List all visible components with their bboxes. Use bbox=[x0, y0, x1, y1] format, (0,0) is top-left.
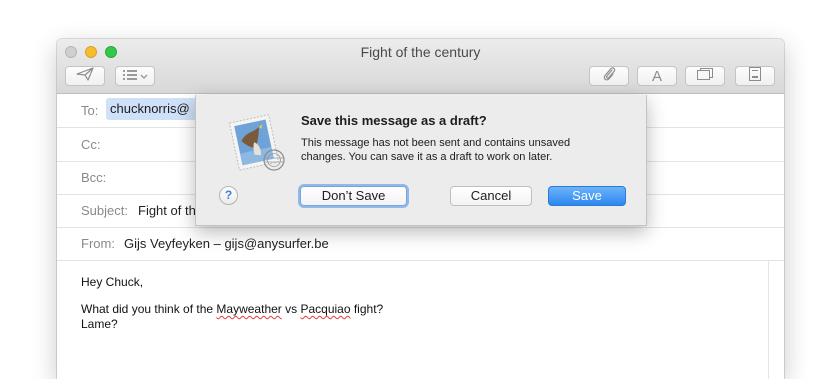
from-field-row[interactable]: From: Gijs Veyfeyken – gijs@anysurfer.be bbox=[57, 227, 784, 261]
body-line-2: Lame? bbox=[81, 317, 118, 331]
to-label: To: bbox=[81, 103, 99, 118]
body-text-segment: What did you think of the bbox=[81, 302, 217, 316]
subject-input[interactable]: Fight of th bbox=[138, 203, 196, 218]
scrollbar-track[interactable] bbox=[768, 261, 769, 379]
photo-browser-button[interactable] bbox=[685, 66, 725, 86]
send-icon bbox=[76, 66, 94, 86]
from-account-select[interactable]: Gijs Veyfeyken – gijs@anysurfer.be bbox=[124, 236, 329, 251]
save-button[interactable]: Save bbox=[548, 186, 626, 206]
chevron-down-icon bbox=[140, 67, 148, 85]
attach-button[interactable] bbox=[589, 66, 629, 86]
dialog-title: Save this message as a draft? bbox=[301, 113, 487, 128]
fonts-button[interactable]: A bbox=[637, 66, 677, 86]
header-fields-button[interactable] bbox=[115, 66, 155, 86]
misspelled-word[interactable]: Mayweather bbox=[216, 302, 281, 316]
body-text-segment: vs bbox=[281, 302, 301, 316]
mail-stamp-eagle-icon bbox=[228, 112, 288, 174]
misspelled-word[interactable]: Pacquiao bbox=[300, 302, 350, 316]
help-button[interactable]: ? bbox=[219, 186, 238, 205]
window-title: Fight of the century bbox=[360, 44, 481, 60]
format-list-icon bbox=[122, 67, 137, 85]
dialog-message: This message has not been sent and conta… bbox=[301, 137, 571, 163]
stationery-button[interactable] bbox=[735, 66, 775, 86]
bcc-label: Bcc: bbox=[81, 170, 107, 185]
cc-label: Cc: bbox=[81, 137, 101, 152]
stationery-icon bbox=[749, 66, 761, 86]
attachment-icon bbox=[602, 66, 616, 87]
body-text-segment: fight? bbox=[350, 302, 384, 316]
photo-browser-icon bbox=[697, 67, 713, 85]
body-line-1: What did you think of the Mayweather vs … bbox=[81, 302, 383, 316]
subject-label: Subject: bbox=[81, 203, 128, 218]
save-draft-sheet: Save this message as a draft? This messa… bbox=[195, 95, 647, 226]
cancel-button[interactable]: Cancel bbox=[450, 186, 532, 206]
from-label: From: bbox=[81, 236, 115, 251]
title-bar: Fight of the century A bbox=[57, 39, 784, 94]
font-icon: A bbox=[651, 67, 662, 85]
body-greeting: Hey Chuck, bbox=[81, 275, 144, 289]
send-button[interactable] bbox=[65, 66, 105, 86]
dont-save-button[interactable]: Don’t Save bbox=[300, 186, 407, 206]
